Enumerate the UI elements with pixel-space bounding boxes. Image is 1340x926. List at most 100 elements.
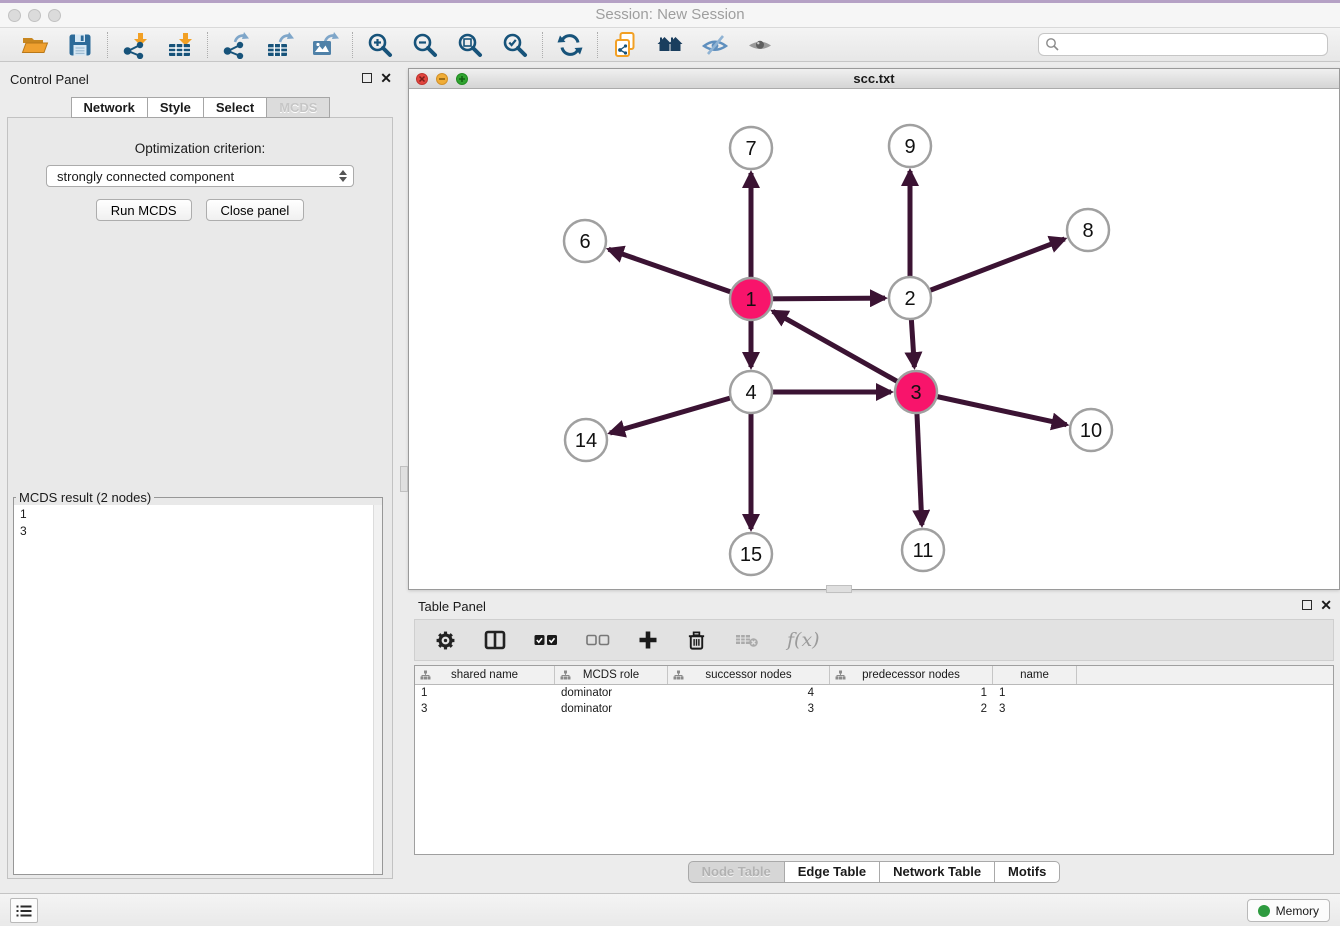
close-table-panel-icon[interactable]: ✕ [1320, 599, 1332, 611]
close-panel-icon[interactable]: ✕ [380, 72, 392, 84]
app-title: Session: New Session [0, 3, 1340, 27]
splitter-handle-horizontal[interactable] [826, 585, 852, 593]
save-session-icon[interactable] [66, 31, 94, 59]
cell-shared-name[interactable]: 1 [415, 687, 555, 699]
function-builder-icon: f(x) [787, 629, 820, 651]
network-close-icon[interactable] [416, 73, 428, 85]
export-network-icon[interactable] [221, 31, 249, 59]
task-history-button[interactable] [10, 898, 38, 923]
refresh-layout-icon[interactable] [556, 31, 584, 59]
table-toolbar: f(x) [414, 619, 1334, 661]
window-close-button[interactable] [8, 9, 21, 22]
main-toolbar [0, 28, 1340, 62]
tab-node-table[interactable]: Node Table [688, 861, 785, 883]
graph-edge-2-8[interactable] [910, 239, 1065, 298]
cell-mcds-role[interactable]: dominator [555, 687, 668, 699]
tab-motifs[interactable]: Motifs [994, 861, 1060, 883]
tab-select[interactable]: Select [203, 97, 267, 118]
graph-node-label-8: 8 [1082, 220, 1093, 242]
select-all-checkbox-icon[interactable] [534, 634, 558, 646]
cell-name[interactable]: 3 [993, 703, 1077, 715]
graph-node-label-2: 2 [904, 288, 915, 310]
add-column-plus-icon[interactable] [638, 630, 658, 650]
tab-edge-table[interactable]: Edge Table [784, 861, 880, 883]
column-header-name[interactable]: name [993, 666, 1077, 684]
memory-status-icon [1258, 905, 1270, 917]
memory-label: Memory [1276, 904, 1319, 918]
open-session-icon[interactable] [21, 31, 49, 59]
network-window-title: scc.txt [853, 71, 894, 86]
graph-node-label-11: 11 [913, 540, 934, 562]
graph-edge-1-6[interactable] [609, 249, 751, 299]
clone-network-icon[interactable] [611, 31, 639, 59]
network-canvas[interactable]: 7968124314101511 [409, 90, 1339, 589]
graph-node-label-6: 6 [579, 231, 590, 253]
control-panel-tabs: Network Style Select MCDS [0, 97, 400, 118]
tab-network[interactable]: Network [71, 97, 148, 118]
control-panel: Control Panel ✕ Network Style Select MCD… [0, 68, 400, 890]
table-settings-gear-icon[interactable] [435, 630, 456, 651]
show-panels-eye-icon[interactable] [746, 31, 774, 59]
search-icon [1045, 37, 1060, 57]
window-minimize-button[interactable] [28, 9, 41, 22]
table-header-row: shared name MCDS role successor nodes pr… [415, 666, 1333, 685]
cell-successor-nodes[interactable]: 4 [668, 687, 830, 699]
column-header-shared-name[interactable]: shared name [415, 666, 555, 684]
close-panel-button[interactable]: Close panel [206, 199, 305, 221]
tab-network-table[interactable]: Network Table [879, 861, 995, 883]
float-panel-icon[interactable] [362, 73, 372, 83]
delete-table-icon-disabled [735, 631, 759, 649]
table-row[interactable]: 1 dominator 4 1 1 [415, 685, 1333, 701]
search-field-wrap [1038, 33, 1328, 56]
export-table-icon[interactable] [266, 31, 294, 59]
delete-column-trash-icon[interactable] [686, 630, 707, 651]
zoom-selected-icon[interactable] [501, 31, 529, 59]
home-view-icon[interactable] [656, 31, 684, 59]
mcds-panel-body: Optimization criterion: strongly connect… [7, 117, 393, 879]
graph-node-label-7: 7 [745, 138, 756, 160]
zoom-out-icon[interactable] [411, 31, 439, 59]
graph-node-label-9: 9 [904, 136, 915, 158]
result-scrollbar[interactable] [373, 505, 382, 874]
cell-predecessor-nodes[interactable]: 2 [830, 703, 993, 715]
zoom-fit-icon[interactable] [456, 31, 484, 59]
float-table-panel-icon[interactable] [1302, 600, 1312, 610]
mcds-result-fieldset: MCDS result (2 nodes) 1 3 [13, 490, 383, 875]
network-window-titlebar[interactable]: scc.txt [409, 69, 1339, 89]
column-header-mcds-role[interactable]: MCDS role [555, 666, 668, 684]
zoom-in-icon[interactable] [366, 31, 394, 59]
cell-shared-name[interactable]: 3 [415, 703, 555, 715]
network-zoom-icon[interactable] [456, 73, 468, 85]
table-panel-title: Table Panel [418, 599, 486, 614]
graph-node-label-10: 10 [1080, 420, 1102, 442]
search-input[interactable] [1038, 33, 1328, 56]
memory-button[interactable]: Memory [1247, 899, 1330, 922]
shared-column-icon [835, 670, 846, 683]
tab-mcds[interactable]: MCDS [266, 97, 330, 118]
hide-panels-eye-slash-icon[interactable] [701, 31, 729, 59]
splitter-handle-vertical[interactable] [400, 466, 408, 492]
tab-style[interactable]: Style [147, 97, 204, 118]
export-image-icon[interactable] [311, 31, 339, 59]
table-row[interactable]: 3 dominator 3 2 3 [415, 701, 1333, 717]
window-maximize-button[interactable] [48, 9, 61, 22]
import-network-icon[interactable] [121, 31, 149, 59]
selected-criterion-value: strongly connected component [57, 169, 339, 184]
column-header-predecessor-nodes[interactable]: predecessor nodes [830, 666, 993, 684]
graph-edge-3-10[interactable] [916, 392, 1067, 425]
mcds-result-list[interactable]: 1 3 [14, 505, 382, 874]
deselect-all-checkbox-icon[interactable] [586, 634, 610, 646]
column-header-successor-nodes[interactable]: successor nodes [668, 666, 830, 684]
import-table-icon[interactable] [166, 31, 194, 59]
cell-predecessor-nodes[interactable]: 1 [830, 687, 993, 699]
cell-mcds-role[interactable]: dominator [555, 703, 668, 715]
column-visibility-icon[interactable] [484, 630, 506, 650]
graph-edge-3-1[interactable] [773, 311, 916, 392]
graph-node-label-15: 15 [740, 544, 762, 566]
network-view-window: scc.txt 7968124314101511 [408, 68, 1340, 590]
run-mcds-button[interactable]: Run MCDS [96, 199, 192, 221]
optimization-criterion-select[interactable]: strongly connected component [46, 165, 354, 187]
network-minimize-icon[interactable] [436, 73, 448, 85]
cell-name[interactable]: 1 [993, 687, 1077, 699]
cell-successor-nodes[interactable]: 3 [668, 703, 830, 715]
